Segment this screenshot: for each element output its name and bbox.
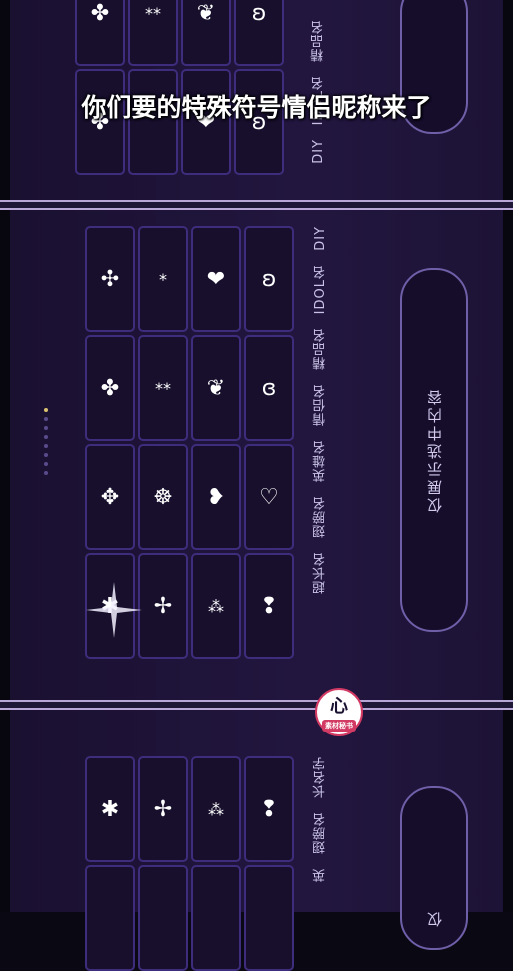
tab-hero[interactable]: 英雄名	[311, 440, 330, 482]
symbol-cell[interactable]: *	[138, 226, 188, 332]
tab-diy[interactable]: DIY	[313, 226, 328, 251]
watermark-logo: 心 素材秘书	[315, 688, 363, 736]
symbol-cell[interactable]	[244, 865, 294, 971]
panel-divider-top	[0, 200, 513, 210]
page-dot[interactable]	[44, 426, 48, 430]
symbol-cell[interactable]: ✱	[85, 553, 135, 659]
symbol-cell[interactable]: ❢	[244, 553, 294, 659]
tab-hero[interactable]: 英	[311, 868, 330, 882]
logo-label: 素材秘书	[322, 720, 356, 732]
symbol-cell[interactable]: ɞ	[244, 335, 294, 441]
page-dot[interactable]	[44, 471, 48, 475]
tab-couple[interactable]: 情侣名	[311, 384, 330, 426]
tab-long-name[interactable]: 长名字	[311, 756, 330, 798]
show-selected-pill[interactable]: 仅展示选中内容	[400, 268, 468, 632]
page-dot[interactable]	[44, 435, 48, 439]
symbol-cell[interactable]: ⁂	[191, 756, 241, 862]
tab-jingpin[interactable]: 精品名	[309, 20, 328, 62]
panel-divider-bottom	[0, 700, 513, 710]
symbol-cell[interactable]: ʚ	[234, 0, 284, 66]
page-dot[interactable]	[44, 417, 48, 421]
pill-label: 仅展示选中内容	[425, 387, 444, 513]
right-edge	[503, 0, 513, 912]
symbol-cell[interactable]: ✱	[85, 756, 135, 862]
bottom-symbol-grid: ✱ ✢ ⁂ ❢	[85, 756, 295, 971]
logo-glyph: 心	[330, 696, 348, 717]
tab-jingpin[interactable]: 精品名	[311, 328, 330, 370]
symbol-cell[interactable]: ✢	[138, 553, 188, 659]
left-edge	[0, 0, 10, 912]
tab-diy[interactable]: DIY	[311, 139, 326, 164]
symbol-cell[interactable]	[191, 865, 241, 971]
symbol-cell[interactable]: ʚ	[244, 226, 294, 332]
symbol-cell[interactable]: ✥	[85, 444, 135, 550]
tab-idol[interactable]: IDOL名	[311, 265, 330, 314]
symbol-cell[interactable]: **	[138, 335, 188, 441]
page-dot[interactable]	[44, 444, 48, 448]
main-symbol-grid: ✣ * ❤ ʚ ✤ ** ❦ ɞ ✥ ☸ ❥ ♡ ✱ ✢ ⁂ ❢	[85, 226, 295, 659]
main-panel: ✣ * ❤ ʚ ✤ ** ❦ ɞ ✥ ☸ ❥ ♡ ✱ ✢ ⁂ ❢ DIY IDO…	[10, 210, 503, 700]
symbol-cell[interactable]: ❢	[244, 756, 294, 862]
symbol-cell[interactable]: ☸	[138, 444, 188, 550]
symbol-cell[interactable]: **	[128, 0, 178, 66]
page-indicator	[44, 408, 48, 475]
tab-wing[interactable]: 翅膀名	[311, 496, 330, 538]
page-dot-active[interactable]	[44, 408, 48, 412]
symbol-cell[interactable]	[85, 865, 135, 971]
bottom-info-pill[interactable]: 仅	[400, 786, 468, 950]
symbol-cell[interactable]	[138, 865, 188, 971]
page-dot[interactable]	[44, 453, 48, 457]
page-dot[interactable]	[44, 462, 48, 466]
symbol-cell[interactable]: ❤	[191, 226, 241, 332]
bottom-panel: ✱ ✢ ⁂ ❢ 长名字 翅膀名 英 仅	[10, 710, 503, 971]
video-caption: 你们要的特殊符号情侣昵称来了	[81, 93, 432, 122]
bottom-category-tabs: 长名字 翅膀名 英	[308, 756, 332, 896]
app-screen: ✤ ** ❦ ʚ ✤ ❤ ʚ 精品名 IDOL名 DIY ✣ * ❤ ʚ ✤ *…	[0, 0, 513, 971]
tab-long[interactable]: 超长名	[311, 552, 330, 594]
symbol-cell[interactable]: ✤	[75, 0, 125, 66]
symbol-cell[interactable]: ✣	[85, 226, 135, 332]
symbol-cell[interactable]: ✤	[85, 335, 135, 441]
symbol-cell[interactable]: ❥	[191, 444, 241, 550]
symbol-cell[interactable]: ❦	[181, 0, 231, 66]
symbol-cell[interactable]: ♡	[244, 444, 294, 550]
symbol-cell[interactable]: ✢	[138, 756, 188, 862]
tab-wing[interactable]: 翅膀名	[311, 812, 330, 854]
symbol-cell[interactable]: ⁂	[191, 553, 241, 659]
symbol-cell[interactable]: ❦	[191, 335, 241, 441]
main-category-tabs: DIY IDOL名 精品名 情侣名 英雄名 翅膀名 超长名	[308, 226, 332, 608]
